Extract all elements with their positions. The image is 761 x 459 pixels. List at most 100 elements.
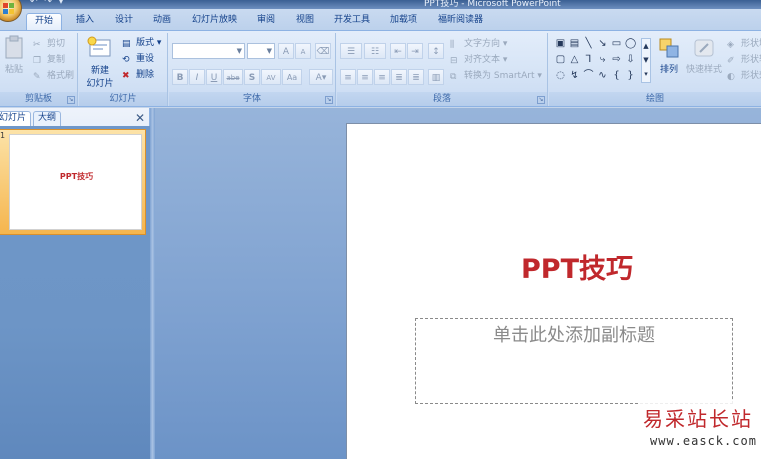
outdent-icon: ⇤ xyxy=(394,47,402,57)
shrink-font-button[interactable]: A xyxy=(295,43,311,59)
character-spacing-button[interactable]: AV xyxy=(261,69,281,85)
oval-shape-icon[interactable]: ◯ xyxy=(625,38,636,49)
curve-shape-icon[interactable]: ⌒ xyxy=(583,70,594,81)
change-case-button[interactable]: Aa xyxy=(282,69,302,85)
shape-effects-button[interactable]: ◐ 形状效果 xyxy=(727,69,761,83)
tab-design[interactable]: 设计 xyxy=(115,13,133,30)
increase-indent-button[interactable]: ⇥ xyxy=(407,43,423,59)
grow-font-button[interactable]: A xyxy=(278,43,294,59)
elbow-connector-shape-icon[interactable]: ⅂ xyxy=(583,54,594,65)
font-family-combo[interactable]: ▼ xyxy=(172,43,245,59)
font-dialog-launcher[interactable]: ↘ xyxy=(325,96,333,104)
arrange-button[interactable]: 排列 xyxy=(655,37,683,75)
watermark-url: www.easck.com xyxy=(650,434,757,448)
align-text-button[interactable]: ⊟ 对齐文本 ▾ xyxy=(450,53,507,67)
align-center-button[interactable]: ≡ xyxy=(357,69,373,85)
office-logo-icon xyxy=(3,3,15,15)
tab-add-ins[interactable]: 加载项 xyxy=(390,13,417,30)
decrease-indent-button[interactable]: ⇤ xyxy=(390,43,406,59)
wave-shape-icon[interactable]: ∿ xyxy=(597,70,608,81)
font-size-combo[interactable]: ▼ xyxy=(247,43,275,59)
brace-left-shape-icon[interactable]: { xyxy=(611,70,622,81)
pen-icon: ✐ xyxy=(727,55,735,66)
layout-button[interactable]: ▤ 版式 ▾ xyxy=(122,36,161,50)
copy-button[interactable]: ❐ 复制 xyxy=(33,53,65,67)
subtitle-placeholder[interactable]: 单击此处添加副标题 xyxy=(415,318,733,404)
tab-slide-show[interactable]: 幻灯片放映 xyxy=(192,13,237,30)
quick-access-toolbar[interactable]: ↶ ↷ ▾ xyxy=(30,0,65,7)
numbered-list-icon: ☷ xyxy=(370,47,380,57)
group-label-drawing: 绘图 xyxy=(549,92,761,106)
bold-button[interactable]: B xyxy=(172,69,188,85)
down-arrow-shape-icon[interactable]: ⇩ xyxy=(625,54,636,65)
arrange-icon xyxy=(659,38,679,58)
tab-animations[interactable]: 动画 xyxy=(153,13,171,30)
distribute-button[interactable]: ≣ xyxy=(408,69,424,85)
tab-developer[interactable]: 开发工具 xyxy=(334,13,370,30)
paragraph-dialog-launcher[interactable]: ↘ xyxy=(537,96,545,104)
tab-outline-pane[interactable]: 大纲 xyxy=(33,111,62,126)
slide-thumbnail-selected[interactable]: 1 PPT技巧 xyxy=(0,129,146,235)
subtitle-placeholder-text: 单击此处添加副标题 xyxy=(493,325,655,346)
right-arrow-shape-icon[interactable]: ⇨ xyxy=(611,54,622,65)
line-spacing-button[interactable]: ↕ xyxy=(428,43,444,59)
underline-button[interactable]: U xyxy=(206,69,222,85)
paintbrush-icon: ✎ xyxy=(33,71,41,82)
brace-right-shape-icon[interactable]: } xyxy=(625,70,636,81)
vertical-textbox-shape-icon[interactable]: ▤ xyxy=(569,38,580,49)
smartart-icon: ⧉ xyxy=(450,71,457,82)
tab-slides-pane[interactable]: 幻灯片 xyxy=(0,111,32,126)
tab-home[interactable]: 开始 xyxy=(26,13,63,30)
shape-outline-button[interactable]: ✐ 形状轮廓 xyxy=(727,53,761,67)
paste-button[interactable]: 粘贴 xyxy=(2,35,26,75)
line-spacing-icon: ↕ xyxy=(432,47,440,57)
line-shape-icon[interactable]: ╲ xyxy=(583,38,594,49)
layout-label: 版式 xyxy=(136,38,155,48)
reset-button[interactable]: ⟲ 重设 xyxy=(122,52,154,66)
numbering-button[interactable]: ☷ xyxy=(364,43,386,59)
tab-review[interactable]: 审阅 xyxy=(257,13,275,30)
align-left-button[interactable]: ≡ xyxy=(340,69,356,85)
rounded-rect-shape-icon[interactable]: ▢ xyxy=(555,54,566,65)
clear-formatting-button[interactable]: ⌫ xyxy=(315,43,331,59)
close-icon[interactable]: ✕ xyxy=(135,112,145,124)
columns-button[interactable]: ▥ xyxy=(428,69,444,85)
justify-button[interactable]: ≣ xyxy=(391,69,407,85)
shapes-gallery-scroll[interactable]: ▲ ▼ ▾ xyxy=(641,38,651,83)
pane-splitter[interactable] xyxy=(150,108,155,459)
tab-view[interactable]: 视图 xyxy=(296,13,314,30)
convert-smartart-button[interactable]: ⧉ 转换为 SmartArt ▾ xyxy=(450,69,542,83)
quick-styles-label: 快速样式 xyxy=(685,65,722,75)
new-slide-button[interactable]: 新建 幻灯片 xyxy=(82,36,118,89)
italic-button[interactable]: I xyxy=(189,69,205,85)
format-painter-button[interactable]: ✎ 格式刷 xyxy=(33,69,74,83)
text-shadow-button[interactable]: S xyxy=(244,69,260,85)
arrow-line-shape-icon[interactable]: ↘ xyxy=(597,38,608,49)
reset-icon: ⟲ xyxy=(122,54,130,65)
convert-smartart-label: 转换为 SmartArt xyxy=(464,71,535,81)
triangle-shape-icon[interactable]: △ xyxy=(569,54,580,65)
slide-thumbnail-list[interactable]: 1 PPT技巧 xyxy=(0,126,150,459)
slide-title[interactable]: PPT技巧 xyxy=(487,247,667,286)
paste-label: 粘贴 xyxy=(4,65,23,75)
text-direction-button[interactable]: ⫼ 文字方向 ▾ xyxy=(450,37,507,51)
font-color-icon: A▾ xyxy=(315,73,327,83)
font-color-button[interactable]: A▾ xyxy=(309,69,333,85)
bullets-button[interactable]: ☰ xyxy=(340,43,362,59)
tab-foxit-reader[interactable]: 福昕阅读器 xyxy=(438,13,483,30)
elbow-arrow-shape-icon[interactable]: ⤷ xyxy=(597,54,608,65)
cut-button[interactable]: ✂ 剪切 xyxy=(33,37,65,51)
shape-fill-button[interactable]: ◈ 形状填充 xyxy=(727,37,761,51)
rectangle-shape-icon[interactable]: ▭ xyxy=(611,38,622,49)
slide-thumbnail[interactable]: PPT技巧 xyxy=(9,134,142,230)
tab-insert[interactable]: 插入 xyxy=(76,13,94,30)
quick-styles-button[interactable]: 快速样式 xyxy=(685,37,723,75)
freeform-shape-icon[interactable]: ↯ xyxy=(569,70,580,81)
strikethrough-button[interactable]: abe xyxy=(223,69,243,85)
align-right-button[interactable]: ≡ xyxy=(374,69,390,85)
delete-slide-button[interactable]: ✖ 删除 xyxy=(122,68,154,82)
callout-shape-icon[interactable]: ◌ xyxy=(555,70,566,81)
textbox-shape-icon[interactable]: ▣ xyxy=(555,38,566,49)
new-slide-label-line1: 新建 xyxy=(90,66,109,76)
clipboard-dialog-launcher[interactable]: ↘ xyxy=(67,96,75,104)
